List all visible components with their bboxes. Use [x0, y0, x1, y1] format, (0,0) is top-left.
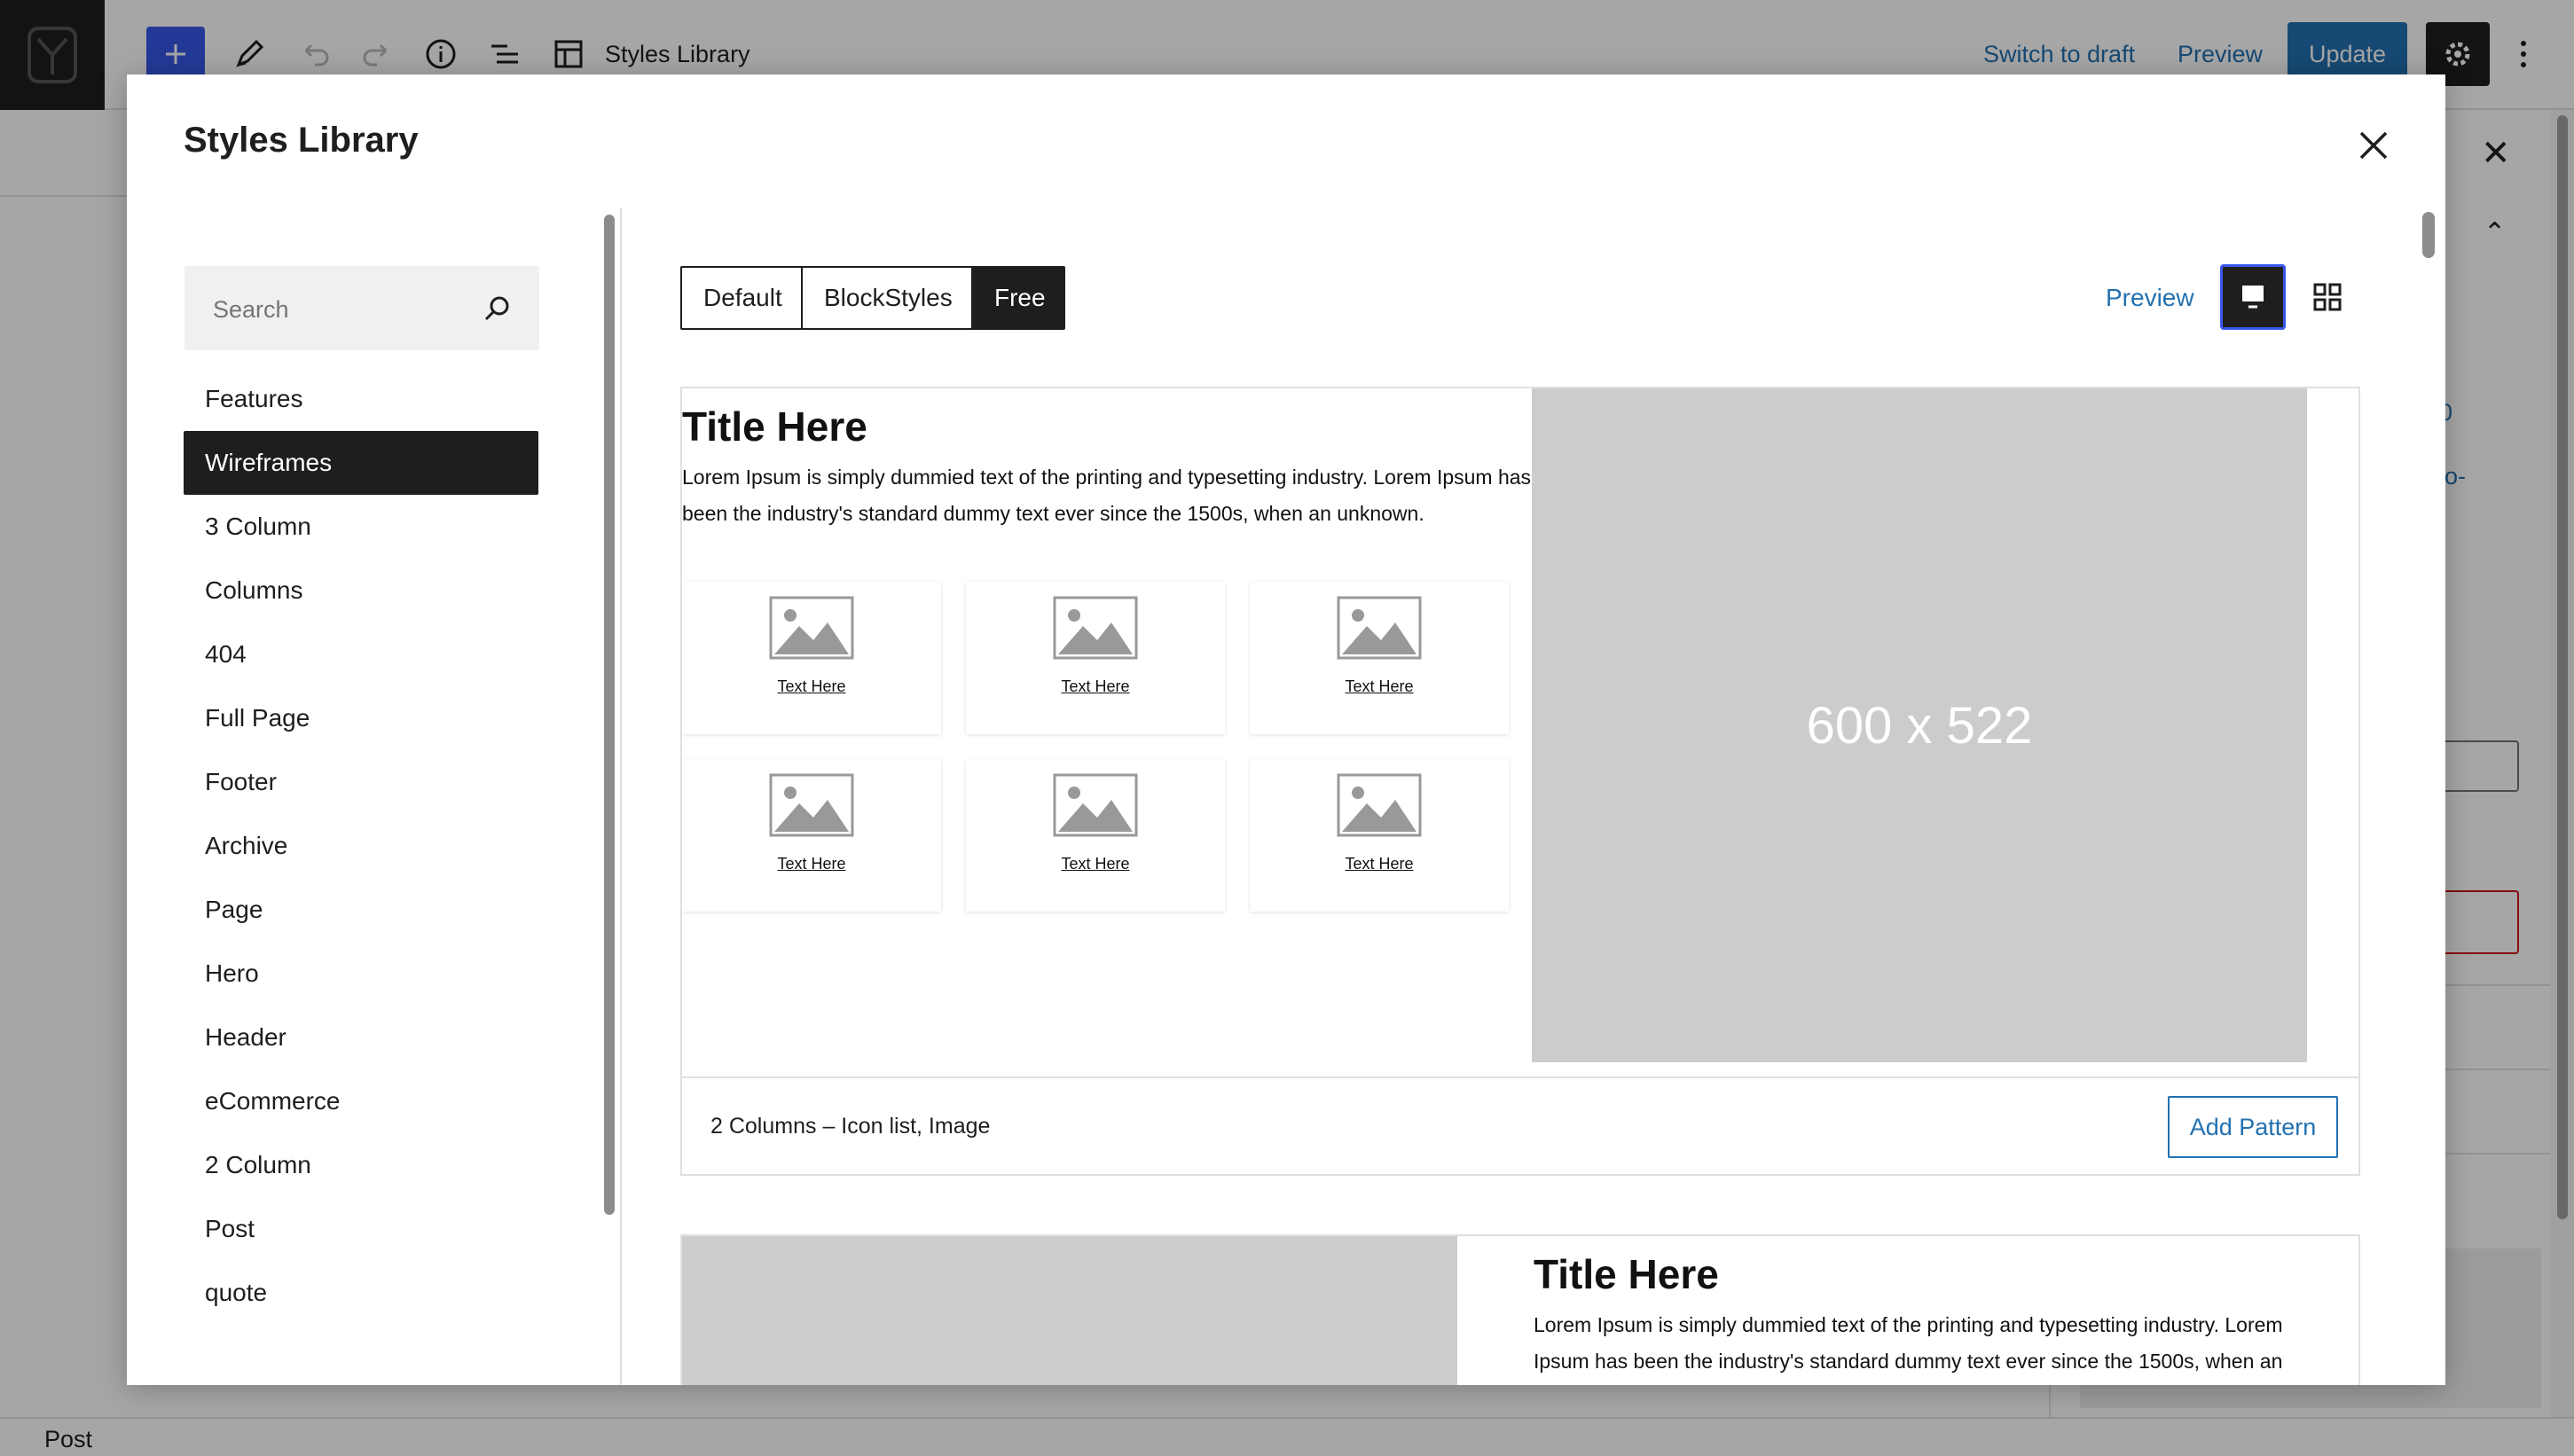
image-dimensions-label: 600 x 522 — [1806, 696, 2033, 755]
search-placeholder: Search — [213, 296, 289, 323]
pattern-heading: Title Here — [682, 403, 867, 450]
pattern-card[interactable]: Title Here Lorem Ipsum is simply dummied… — [680, 387, 2360, 1176]
pattern-paragraph: Lorem Ipsum is simply dummied text of th… — [682, 466, 1532, 525]
image-placeholder-icon — [1053, 773, 1138, 837]
icon-tile: Text Here — [966, 582, 1225, 734]
tile-label: Text Here — [1345, 855, 1414, 873]
category-wireframes[interactable]: Wireframes — [184, 431, 538, 495]
icon-tile: Text Here — [966, 759, 1225, 912]
tile-label: Text Here — [777, 855, 846, 873]
image-placeholder-icon — [769, 773, 854, 837]
pattern-preview[interactable]: Title Here Lorem Ipsum is simply dummied… — [682, 388, 2358, 1076]
pattern-card[interactable]: Title Here Lorem Ipsum is simply dummied… — [680, 1234, 2360, 1385]
grid-view-button[interactable] — [2300, 270, 2355, 325]
category-columns[interactable]: Columns — [184, 559, 538, 622]
image-placeholder-icon — [1337, 596, 1422, 660]
icon-tile: Text Here — [682, 582, 941, 734]
pattern-name: 2 Columns – Icon list, Image — [710, 1114, 991, 1139]
category-archive[interactable]: Archive — [184, 814, 538, 878]
category-404[interactable]: 404 — [184, 622, 538, 686]
pattern-card-footer: 2 Columns – Icon list, Image Add Pattern — [682, 1076, 2358, 1174]
tile-label: Text Here — [1345, 677, 1414, 695]
category-quote[interactable]: quote — [184, 1261, 538, 1325]
category-page[interactable]: Page — [184, 878, 538, 942]
image-placeholder-icon — [769, 596, 854, 660]
add-pattern-button[interactable]: Add Pattern — [2168, 1096, 2338, 1158]
category-footer[interactable]: Footer — [184, 750, 538, 814]
preview-toggle-link[interactable]: Preview — [2106, 284, 2194, 312]
tile-label: Text Here — [1061, 855, 1130, 873]
pattern-paragraph: Lorem Ipsum is simply dummied text of th… — [1534, 1313, 2283, 1373]
category-sidebar: Search Features Wireframes 3 Column Colu… — [127, 207, 595, 1385]
tab-default[interactable]: Default — [682, 268, 803, 328]
close-button[interactable] — [2349, 121, 2398, 170]
icon-tile: Text Here — [1250, 582, 1509, 734]
icon-tile: Text Here — [682, 759, 941, 912]
category-hero[interactable]: Hero — [184, 942, 538, 1006]
styles-library-modal: Styles Library Search Features Wireframe… — [127, 74, 2445, 1385]
image-placeholder-icon — [1053, 596, 1138, 660]
placeholder-image — [682, 1236, 1457, 1385]
image-placeholder-icon — [1337, 773, 1422, 837]
icon-tile: Text Here — [1250, 759, 1509, 912]
category-ecommerce[interactable]: eCommerce — [184, 1069, 538, 1133]
tab-blockstyles[interactable]: BlockStyles — [803, 268, 973, 328]
tile-label: Text Here — [777, 677, 846, 695]
close-icon — [2359, 131, 2388, 160]
category-full-page[interactable]: Full Page — [184, 686, 538, 750]
category-header[interactable]: Header — [184, 1006, 538, 1069]
category-2-column[interactable]: 2 Column — [184, 1133, 538, 1197]
modal-title: Styles Library — [184, 121, 419, 160]
patterns-scrollbar-thumb[interactable] — [2422, 212, 2435, 258]
category-scrollbar-thumb[interactable] — [604, 215, 615, 1215]
search-icon[interactable] — [482, 293, 514, 325]
category-post[interactable]: Post — [184, 1197, 538, 1261]
single-view-button[interactable] — [2220, 264, 2286, 330]
category-3-column[interactable]: 3 Column — [184, 495, 538, 559]
tab-free[interactable]: Free — [973, 268, 1063, 328]
search-input[interactable]: Search — [184, 266, 539, 350]
single-column-icon — [2242, 286, 2264, 309]
placeholder-image: 600 x 522 — [1532, 388, 2307, 1062]
pattern-heading: Title Here — [1534, 1251, 1719, 1297]
category-features[interactable]: Features — [184, 367, 538, 431]
library-tabs: Default BlockStyles Free — [680, 266, 1065, 330]
tile-label: Text Here — [1061, 677, 1130, 695]
grid-icon — [2313, 283, 2342, 311]
